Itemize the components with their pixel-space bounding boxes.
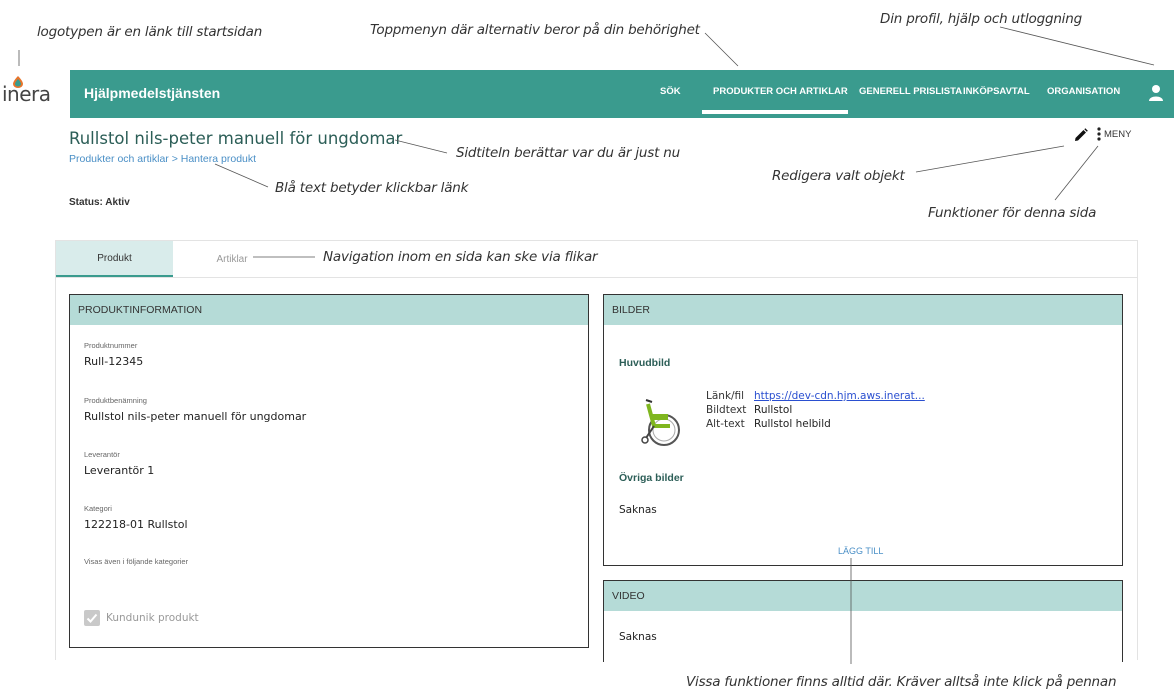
annotation-edit: Redigera valt objekt [772, 168, 905, 184]
field-label: Leverantör [84, 450, 120, 459]
check-icon [86, 613, 98, 623]
field-value: Rullstol nils-peter manuell för ungdomar [84, 410, 307, 423]
produktinformation-panel: PRODUKTINFORMATION Produktnummer Rull-12… [69, 294, 589, 648]
nav-item-sok[interactable]: SÖK [660, 86, 681, 97]
panel-header: PRODUKTINFORMATION [70, 295, 588, 325]
image-file-link[interactable]: https://dev-cdn.hjm.aws.inerat... [754, 389, 925, 403]
annotation-functions: Funktioner för denna sida [928, 205, 1097, 221]
meta-value: Rullstol helbild [754, 418, 831, 430]
ovriga-bilder-heading: Övriga bilder [619, 472, 684, 484]
annotation-pagetitle: Sidtiteln berättar var du är just nu [456, 145, 681, 161]
meta-key: Alt-text [706, 418, 745, 430]
top-menu: Hjälpmedelstjänsten SÖK PRODUKTER OCH AR… [70, 70, 1174, 118]
page-title: Rullstol nils-peter manuell för ungdomar [69, 129, 403, 148]
nav-active-indicator [702, 110, 848, 114]
kundunik-checkbox-row: Kundunik produkt [84, 610, 199, 626]
huvudbild-heading: Huvudbild [619, 357, 671, 369]
page-menu-button[interactable]: MENY [1097, 127, 1131, 141]
annotation-always: Vissa funktioner finns alltid där. Kräve… [686, 674, 1117, 690]
user-icon[interactable] [1148, 84, 1164, 102]
panel-header: VIDEO [604, 581, 1122, 611]
kebab-menu-icon [1097, 127, 1101, 141]
nav-item-inkopsavtal[interactable]: INKÖPSAVTAL [963, 86, 1030, 97]
tab-artiklar[interactable]: Artiklar [173, 241, 291, 277]
status-label: Status: Aktiv [69, 197, 130, 208]
image-metadata: Länk/fil https://dev-cdn.hjm.aws.inerat.… [706, 389, 925, 431]
meta-value: Rullstol [754, 404, 793, 416]
meta-row-caption: Bildtext Rullstol [706, 403, 925, 417]
menu-label: MENY [1104, 128, 1132, 140]
checkbox-label: Kundunik produkt [106, 612, 199, 624]
kundunik-checkbox[interactable] [84, 610, 100, 626]
annotation-logo: logotypen är en länk till startsidan [37, 24, 263, 40]
field-ovriga-kategorier: Visas även i följande kategorier [84, 557, 188, 566]
pencil-icon[interactable] [1074, 128, 1088, 142]
meta-row-alt: Alt-text Rullstol helbild [706, 417, 925, 431]
breadcrumb[interactable]: Produkter och artiklar > Hantera produkt [69, 153, 256, 165]
nav-item-produkter[interactable]: PRODUKTER OCH ARTIKLAR [713, 86, 848, 97]
nav-item-organisation[interactable]: ORGANISATION [1047, 86, 1120, 97]
app-name[interactable]: Hjälpmedelstjänsten [84, 85, 220, 101]
field-produktbenamning: Produktbenämning Rullstol nils-peter man… [84, 396, 306, 423]
tab-divider [56, 277, 1137, 278]
panel-header: BILDER [604, 295, 1122, 325]
field-label: Visas även i följande kategorier [84, 557, 189, 566]
annotation-bluelink: Blå text betyder klickbar länk [275, 180, 469, 196]
logo-text: inera [2, 82, 51, 106]
meta-key: Bildtext [706, 404, 747, 416]
field-value: 122218-01 Rullstol [84, 518, 188, 531]
field-value: Rull-12345 [84, 355, 144, 368]
logo-link[interactable]: inera [0, 70, 70, 118]
nav-item-prislista[interactable]: GENERELL PRISLISTA [859, 86, 962, 97]
meta-key: Länk/fil [706, 390, 745, 402]
field-label: Produktnummer [84, 341, 138, 350]
meta-row-link: Länk/fil https://dev-cdn.hjm.aws.inerat.… [706, 389, 925, 403]
add-image-button[interactable]: LÄGG TILL [838, 546, 883, 556]
video-panel: VIDEO Saknas [603, 580, 1123, 662]
field-leverantor: Leverantör Leverantör 1 [84, 450, 154, 477]
annotation-profile: Din profil, hjälp och utloggning [880, 11, 1082, 27]
field-label: Kategori [84, 504, 112, 513]
annotation-topmenu: Toppmenyn där alternativ beror på din be… [370, 22, 700, 38]
top-bar: inera Hjälpmedelstjänsten SÖK PRODUKTER … [0, 70, 1174, 118]
bilder-panel: BILDER Huvudbild Länk/fil https://dev-cd… [603, 294, 1123, 566]
ovriga-bilder-empty: Saknas [619, 504, 657, 516]
field-value: Leverantör 1 [84, 464, 155, 477]
video-empty: Saknas [619, 631, 657, 643]
wheelchair-thumbnail[interactable] [636, 390, 684, 448]
field-label: Produktbenämning [84, 396, 147, 405]
field-kategori: Kategori 122218-01 Rullstol [84, 504, 188, 531]
tab-produkt[interactable]: Produkt [56, 241, 173, 277]
field-produktnummer: Produktnummer Rull-12345 [84, 341, 143, 368]
